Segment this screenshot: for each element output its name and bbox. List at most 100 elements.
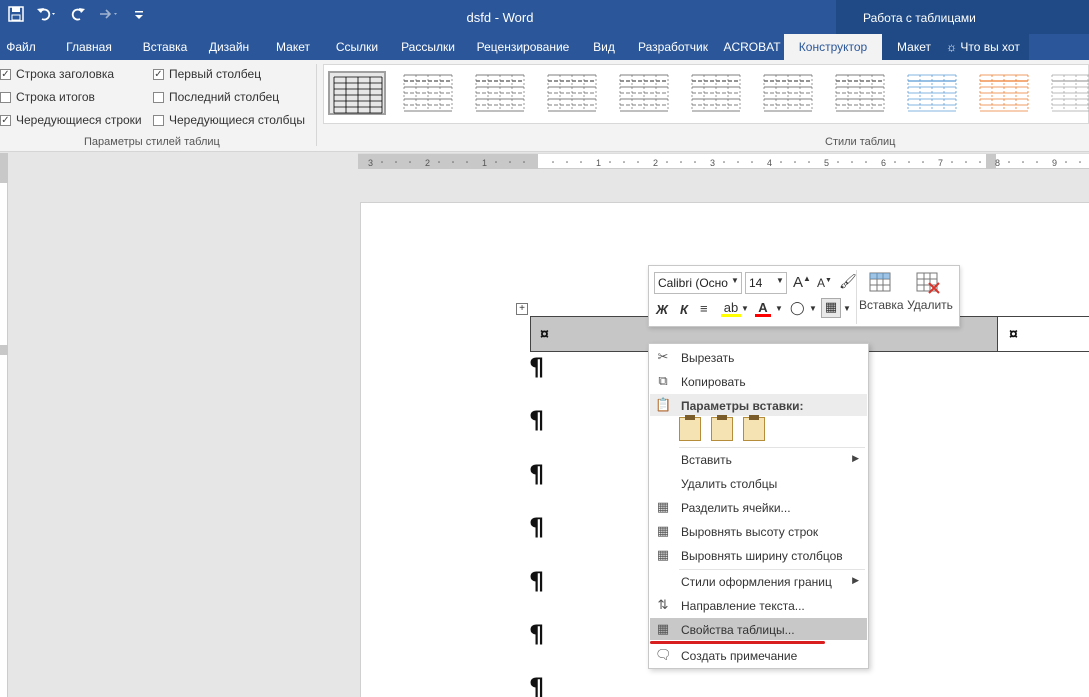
table-style-thumbnail[interactable] — [904, 71, 962, 115]
ruler-tick — [495, 161, 497, 163]
table-style-thumbnail[interactable] — [400, 71, 458, 115]
menu-item-table-properties[interactable]: ▦ Свойства таблицы... — [650, 618, 867, 640]
option-last-column[interactable]: Последний столбец — [153, 90, 279, 104]
tab-file[interactable]: Файл — [0, 34, 42, 60]
tab-view[interactable]: Вид — [582, 34, 626, 60]
red-annotation-underline — [650, 641, 825, 644]
table-delete-icon — [916, 272, 940, 294]
menu-item-new-comment-label: Создать примечание — [681, 649, 798, 663]
table-styles-gallery — [323, 64, 1089, 124]
submenu-arrow-icon: ▶ — [852, 575, 859, 585]
menu-item-copy-label: Копировать — [681, 375, 746, 389]
grow-font-icon[interactable]: A▲ — [793, 274, 811, 291]
menu-item-text-direction[interactable]: ⇅ Направление текста... — [650, 594, 867, 616]
tab-table-layout[interactable]: Макет — [882, 34, 946, 60]
font-size-value: 14 — [749, 276, 763, 290]
italic-button[interactable]: К — [680, 302, 688, 317]
ruler-number: 9 — [1052, 158, 1057, 168]
ruler-tick — [623, 161, 625, 163]
tab-home[interactable]: Главная — [42, 34, 136, 60]
ruler-number: 2 — [425, 158, 430, 168]
font-color-icon[interactable]: A — [755, 300, 771, 317]
menu-item-distribute-rows[interactable]: ▦ Выровнять высоту строк — [650, 520, 867, 542]
center-align-icon[interactable]: ≡ — [700, 301, 708, 316]
table-style-thumbnail[interactable] — [688, 71, 746, 115]
option-first-column[interactable]: ✓ Первый столбец — [153, 67, 261, 81]
paste-merge-formatting-icon[interactable] — [711, 415, 733, 441]
checkbox-first-column[interactable]: ✓ — [153, 68, 164, 80]
ruler-number: 4 — [767, 158, 772, 168]
font-size-dropdown-icon[interactable]: ▼ — [776, 276, 784, 285]
table-style-thumbnail[interactable] — [760, 71, 818, 115]
delete-table-button[interactable]: Удалить — [905, 271, 955, 312]
font-name-combo[interactable]: Calibri (Осно — [654, 272, 742, 294]
font-name-dropdown-icon[interactable]: ▼ — [731, 276, 739, 285]
tab-design[interactable]: Дизайн — [194, 34, 264, 60]
shrink-font-icon[interactable]: A▼ — [817, 276, 832, 290]
cell-end-mark: ¤ — [540, 326, 549, 343]
tab-table-design[interactable]: Конструктор — [784, 34, 882, 60]
tab-references[interactable]: Ссылки — [322, 34, 392, 60]
ruler-tick — [694, 161, 696, 163]
menu-item-distribute-columns[interactable]: ▦ Выровнять ширину столбцов — [650, 544, 867, 566]
shading-icon[interactable]: ◯ — [790, 300, 805, 316]
ruler-tick — [666, 161, 668, 163]
tab-mailings[interactable]: Рассылки — [392, 34, 464, 60]
paste-keep-formatting-icon[interactable] — [679, 415, 701, 441]
menu-item-cut[interactable]: ✂ Вырезать — [650, 346, 867, 368]
ruler-number: 2 — [653, 158, 658, 168]
table-style-thumbnail[interactable] — [472, 71, 530, 115]
table-style-thumbnail[interactable] — [328, 71, 386, 115]
highlight-dropdown-icon[interactable]: ▼ — [741, 304, 749, 313]
ruler-tick — [737, 161, 739, 163]
table-style-thumbnail[interactable] — [616, 71, 674, 115]
paste-text-only-icon[interactable] — [743, 415, 765, 441]
tab-acrobat[interactable]: ACROBAT — [720, 34, 784, 60]
checkbox-banded-columns[interactable] — [153, 114, 164, 126]
clipboard-icon: 📋 — [655, 397, 672, 412]
tell-me-search[interactable]: ☼ Что вы хот — [946, 34, 1029, 60]
menu-item-border-styles[interactable]: Стили оформления границ ▶ — [650, 570, 867, 592]
menu-item-copy[interactable]: ⧉ Копировать — [650, 370, 867, 392]
bold-button[interactable]: Ж — [656, 302, 668, 317]
menu-item-table-properties-label: Свойства таблицы... — [681, 623, 795, 637]
table-move-handle-icon[interactable]: + — [516, 303, 528, 315]
font-color-dropdown-icon[interactable]: ▼ — [775, 304, 783, 313]
borders-dropdown-icon[interactable]: ▼ — [843, 304, 851, 313]
tab-developer[interactable]: Разработчик — [626, 34, 720, 60]
horizontal-ruler[interactable]: 3 2 1 1 2 3 4 5 6 7 8 9 — [358, 153, 1089, 169]
option-banded-rows[interactable]: ✓ Чередующиеся строки — [0, 113, 142, 127]
tab-layout[interactable]: Макет — [264, 34, 322, 60]
checkbox-header-row[interactable]: ✓ — [0, 68, 11, 80]
table-style-thumbnail[interactable] — [1048, 71, 1089, 115]
table-style-thumbnail[interactable] — [976, 71, 1034, 115]
ruler-number: 1 — [596, 158, 601, 168]
borders-icon[interactable]: ▦ — [821, 298, 841, 318]
option-total-row[interactable]: Строка итогов — [0, 90, 95, 104]
menu-item-delete-columns-label: Удалить столбцы — [681, 477, 778, 491]
table-style-thumbnail[interactable] — [544, 71, 602, 115]
insert-table-button[interactable]: Вставка — [859, 271, 904, 312]
checkbox-banded-rows[interactable]: ✓ — [0, 114, 11, 126]
shading-dropdown-icon[interactable]: ▼ — [809, 304, 817, 313]
ruler-tick — [395, 161, 397, 163]
table-style-thumbnail[interactable] — [832, 71, 890, 115]
paste-options-header: 📋 Параметры вставки: — [650, 394, 867, 416]
ribbon-body: ✓ Строка заголовка Строка итогов ✓ Чередую… — [0, 60, 1089, 152]
ribbon-tabs: Файл Главная Вставка Дизайн Макет Ссылки… — [0, 34, 1089, 60]
option-banded-columns[interactable]: Чередующиеся столбцы — [153, 113, 305, 127]
tab-insert[interactable]: Вставка — [136, 34, 194, 60]
vertical-ruler[interactable] — [0, 153, 8, 697]
menu-item-new-comment[interactable]: 🗨 Создать примечание — [650, 644, 867, 666]
format-painter-icon[interactable]: 🖌 — [839, 273, 857, 290]
menu-item-insert[interactable]: Вставить ▶ — [650, 448, 867, 470]
checkbox-last-column[interactable] — [153, 91, 164, 103]
checkbox-total-row[interactable] — [0, 91, 11, 103]
option-header-row[interactable]: ✓ Строка заголовка — [0, 67, 114, 81]
tab-review[interactable]: Рецензирование — [464, 34, 582, 60]
ruler-tick — [1022, 161, 1024, 163]
table-insert-icon — [869, 272, 891, 292]
menu-item-delete-columns[interactable]: Удалить столбцы — [650, 472, 867, 494]
highlight-color-icon[interactable]: ab — [721, 300, 741, 317]
menu-item-split-cells[interactable]: ▦ Разделить ячейки... — [650, 496, 867, 518]
